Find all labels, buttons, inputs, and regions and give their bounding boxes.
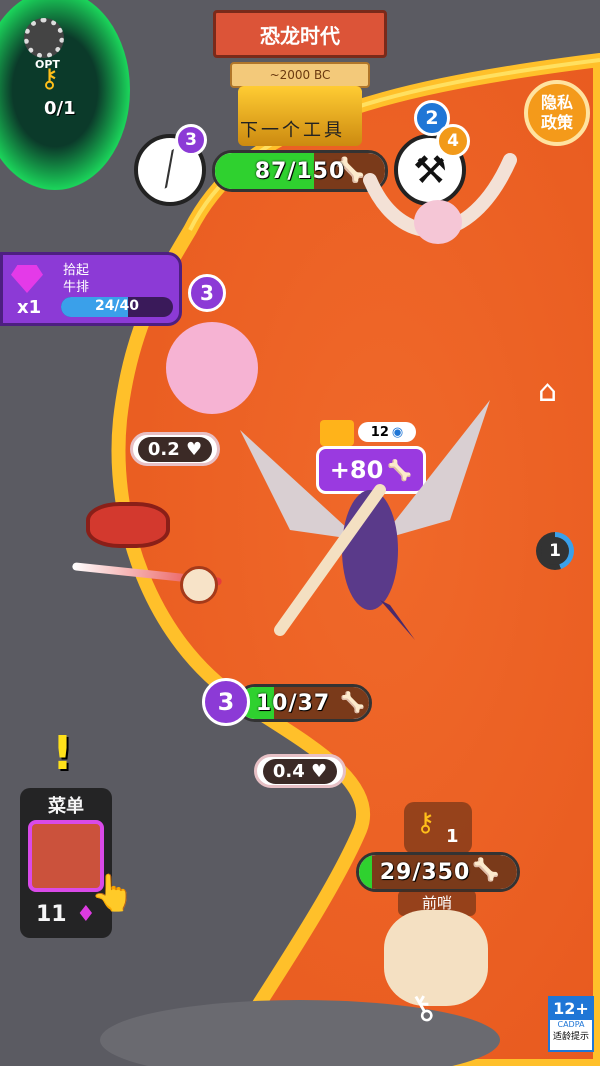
- alert-icon: !: [52, 726, 73, 780]
- quest-panel[interactable]: x1 拾起 牛排 24/40: [0, 252, 182, 326]
- quest-title-line2: 牛排: [63, 280, 90, 295]
- player-dragon: [240, 400, 490, 640]
- caveman: [180, 566, 218, 604]
- quest-progress-text: 24/40: [94, 298, 140, 314]
- player-progress-text: 10/37: [255, 690, 331, 716]
- outpost-key-count: 1: [446, 826, 459, 847]
- privacy-policy-button[interactable]: 隐私 政策: [524, 80, 590, 146]
- player-heart-pill: 0.4 ♥: [254, 754, 346, 788]
- key-icon: ⚷: [40, 64, 60, 94]
- steak-pickup[interactable]: [86, 502, 170, 548]
- player-level-badge: 3: [202, 678, 250, 726]
- menu-gem-count: 11: [36, 902, 67, 927]
- sheep-heart-pill: 0.2 ♥: [130, 432, 220, 466]
- gem-icon: [11, 265, 43, 293]
- portal-key-count: 0/1: [44, 98, 76, 119]
- quest-progress-bar: 24/40: [61, 297, 173, 317]
- age-rating-org: CADPA: [557, 1020, 585, 1029]
- sheep-heart-text: 0.2: [147, 438, 180, 460]
- era-subtitle: ~2000 BC: [269, 68, 331, 82]
- menu-button[interactable]: 菜单 11 ♦: [20, 788, 112, 938]
- era-title-banner: 恐龙时代: [213, 10, 387, 58]
- quest-multiplier: x1: [17, 297, 42, 318]
- outpost-progress-text: 29/350: [379, 859, 471, 885]
- menu-label: 菜单: [48, 796, 84, 817]
- privacy-label-line1: 隐私: [540, 93, 573, 112]
- bone-pile[interactable]: [384, 910, 488, 1006]
- tool-left-level-badge: 3: [175, 124, 207, 156]
- tap-hand-icon: 👆: [90, 873, 135, 914]
- side-counter-ring[interactable]: 1: [536, 532, 574, 570]
- home-icon[interactable]: ⌂: [538, 374, 557, 409]
- age-rating-caption: 适龄提示: [552, 1032, 589, 1042]
- age-rating: 12+: [550, 998, 592, 1020]
- outpost-key-icon: ⚷: [416, 808, 436, 838]
- player-heart-icon: ♥: [311, 760, 328, 782]
- tool-progress-text: 87/150: [254, 158, 346, 184]
- player-progress-bar: 10/37: [236, 684, 372, 722]
- player-heart-text: 0.4: [272, 760, 305, 782]
- next-tool-label: 下一个工具: [240, 120, 345, 141]
- era-subtitle-ribbon: ~2000 BC: [230, 62, 370, 88]
- sheep-level-badge: 3: [188, 274, 226, 312]
- era-title: 恐龙时代: [260, 23, 340, 48]
- side-counter: 1: [541, 537, 569, 565]
- heart-icon: ♥: [186, 438, 203, 460]
- gear-icon[interactable]: [24, 18, 64, 58]
- age-rating-badge: 12+ CADPA 适龄提示: [548, 996, 594, 1052]
- privacy-label-line2: 政策: [540, 113, 573, 132]
- outpost-key-panel: ⚷ 1: [404, 802, 472, 854]
